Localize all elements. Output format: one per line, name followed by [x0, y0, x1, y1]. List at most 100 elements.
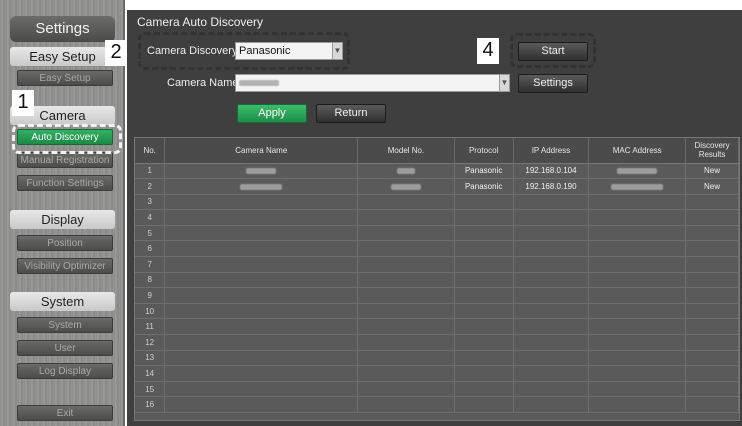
- table-cell: [357, 350, 455, 367]
- table-cell: [454, 334, 514, 351]
- table-row[interactable]: 16: [135, 396, 739, 413]
- section-easy-setup: Easy Setup: [10, 47, 115, 66]
- table-cell: [357, 272, 455, 289]
- table-cell: [685, 334, 739, 351]
- col-header-no[interactable]: No.: [135, 138, 166, 164]
- table-cell: [513, 303, 590, 320]
- table-cell: [685, 287, 739, 304]
- table-row[interactable]: 10: [135, 303, 739, 320]
- table-cell: 192.168.0.104: [513, 163, 590, 180]
- table-cell: [454, 365, 514, 382]
- table-row[interactable]: 9: [135, 287, 739, 304]
- callout-number-1: 1: [12, 90, 34, 116]
- table-row[interactable]: 3: [135, 194, 739, 211]
- table-cell: 14: [135, 365, 166, 382]
- table-cell: 2: [135, 178, 166, 195]
- table-row[interactable]: 1 Panasonic 192.168.0.104 New: [135, 163, 739, 180]
- table-cell: [513, 350, 590, 367]
- table-cell: [164, 178, 359, 195]
- table-cell: [588, 303, 687, 320]
- table-cell: [164, 240, 359, 258]
- sidebar-item-log-display[interactable]: Log Display: [17, 363, 113, 379]
- sidebar-item-user[interactable]: User: [17, 340, 113, 356]
- page-title: Camera Auto Discovery: [137, 15, 264, 29]
- table-cell: [685, 318, 739, 336]
- table-row[interactable]: 11: [135, 318, 739, 336]
- settings-button[interactable]: Settings: [518, 74, 588, 93]
- table-cell: [164, 272, 359, 289]
- table-row[interactable]: 14: [135, 365, 739, 382]
- return-button[interactable]: Return: [316, 104, 386, 123]
- col-header-model-no[interactable]: Model No.: [357, 138, 455, 164]
- table-cell: [357, 178, 455, 195]
- table-cell: [588, 272, 687, 289]
- table-cell: New: [685, 178, 739, 195]
- sidebar-item-easy-setup[interactable]: Easy Setup: [17, 70, 113, 86]
- callout-number-4: 4: [477, 38, 499, 64]
- table-cell: [588, 334, 687, 351]
- table-cell: Panasonic: [454, 178, 514, 195]
- redacted-value: [390, 183, 421, 190]
- table-cell: [454, 350, 514, 367]
- table-cell: [164, 396, 359, 413]
- table-row[interactable]: 7: [135, 256, 739, 273]
- table-cell: [513, 318, 590, 336]
- table-cell: [454, 381, 514, 398]
- table-cell: [164, 287, 359, 304]
- table-row[interactable]: 5: [135, 225, 739, 242]
- col-header-camera-name[interactable]: Camera Name: [164, 138, 359, 164]
- table-cell: [357, 163, 455, 180]
- col-header-ip-address[interactable]: IP Address: [513, 138, 590, 164]
- table-row[interactable]: 15: [135, 381, 739, 398]
- table-cell: [588, 178, 687, 195]
- table-cell: [685, 350, 739, 367]
- camera-name-label: Camera Name: [167, 77, 239, 89]
- table-cell: [454, 225, 514, 242]
- col-header-discovery-results[interactable]: Discovery Results: [685, 138, 739, 164]
- sidebar-item-position[interactable]: Position: [17, 235, 113, 251]
- table-cell: [685, 272, 739, 289]
- table-row[interactable]: 8: [135, 272, 739, 289]
- apply-button[interactable]: Apply: [237, 104, 307, 123]
- col-header-mac-address[interactable]: MAC Address: [588, 138, 687, 164]
- table-cell: [588, 365, 687, 382]
- table-cell: 8: [135, 272, 166, 289]
- sidebar-item-manual-registration[interactable]: Manual Registration: [17, 152, 113, 168]
- table-cell: [513, 287, 590, 304]
- camera-name-select[interactable]: ▼: [235, 74, 510, 92]
- table-cell: [685, 365, 739, 382]
- table-cell: [454, 318, 514, 336]
- table-row[interactable]: 2 Panasonic 192.168.0.190 New: [135, 178, 739, 195]
- table-body: 1 Panasonic 192.168.0.104 New 2 Panasonic 192.…: [135, 163, 739, 413]
- section-system: System: [10, 292, 115, 311]
- table-cell: [685, 256, 739, 273]
- table-cell: 7: [135, 256, 166, 273]
- table-row[interactable]: 13: [135, 350, 739, 367]
- table-row[interactable]: 4: [135, 209, 739, 226]
- table-cell: 10: [135, 303, 166, 320]
- table-cell: [164, 225, 359, 242]
- table-cell: [513, 240, 590, 258]
- table-cell: [164, 381, 359, 398]
- table-cell: [685, 396, 739, 413]
- table-cell: [164, 365, 359, 382]
- table-cell: [513, 334, 590, 351]
- table-cell: [164, 256, 359, 273]
- col-header-protocol[interactable]: Protocol: [454, 138, 514, 164]
- sidebar-item-system[interactable]: System: [17, 317, 113, 333]
- table-cell: [685, 225, 739, 242]
- table-cell: [357, 287, 455, 304]
- exit-button[interactable]: Exit: [17, 405, 113, 421]
- sidebar-item-visibility-optimizer[interactable]: Visibility Optimizer: [17, 258, 113, 274]
- redacted-value: [246, 168, 277, 175]
- sidebar-item-function-settings[interactable]: Function Settings: [17, 175, 113, 191]
- table-cell: [357, 318, 455, 336]
- section-display: Display: [10, 210, 115, 229]
- table-row[interactable]: 6: [135, 240, 739, 258]
- table-cell: 1: [135, 163, 166, 180]
- redacted-value: [396, 168, 415, 175]
- results-table: No. Camera Name Model No. Protocol IP Ad…: [135, 138, 739, 413]
- table-row[interactable]: 12: [135, 334, 739, 351]
- sidebar-title: Settings: [10, 16, 115, 42]
- discovery-table: No. Camera Name Model No. Protocol IP Ad…: [134, 137, 740, 421]
